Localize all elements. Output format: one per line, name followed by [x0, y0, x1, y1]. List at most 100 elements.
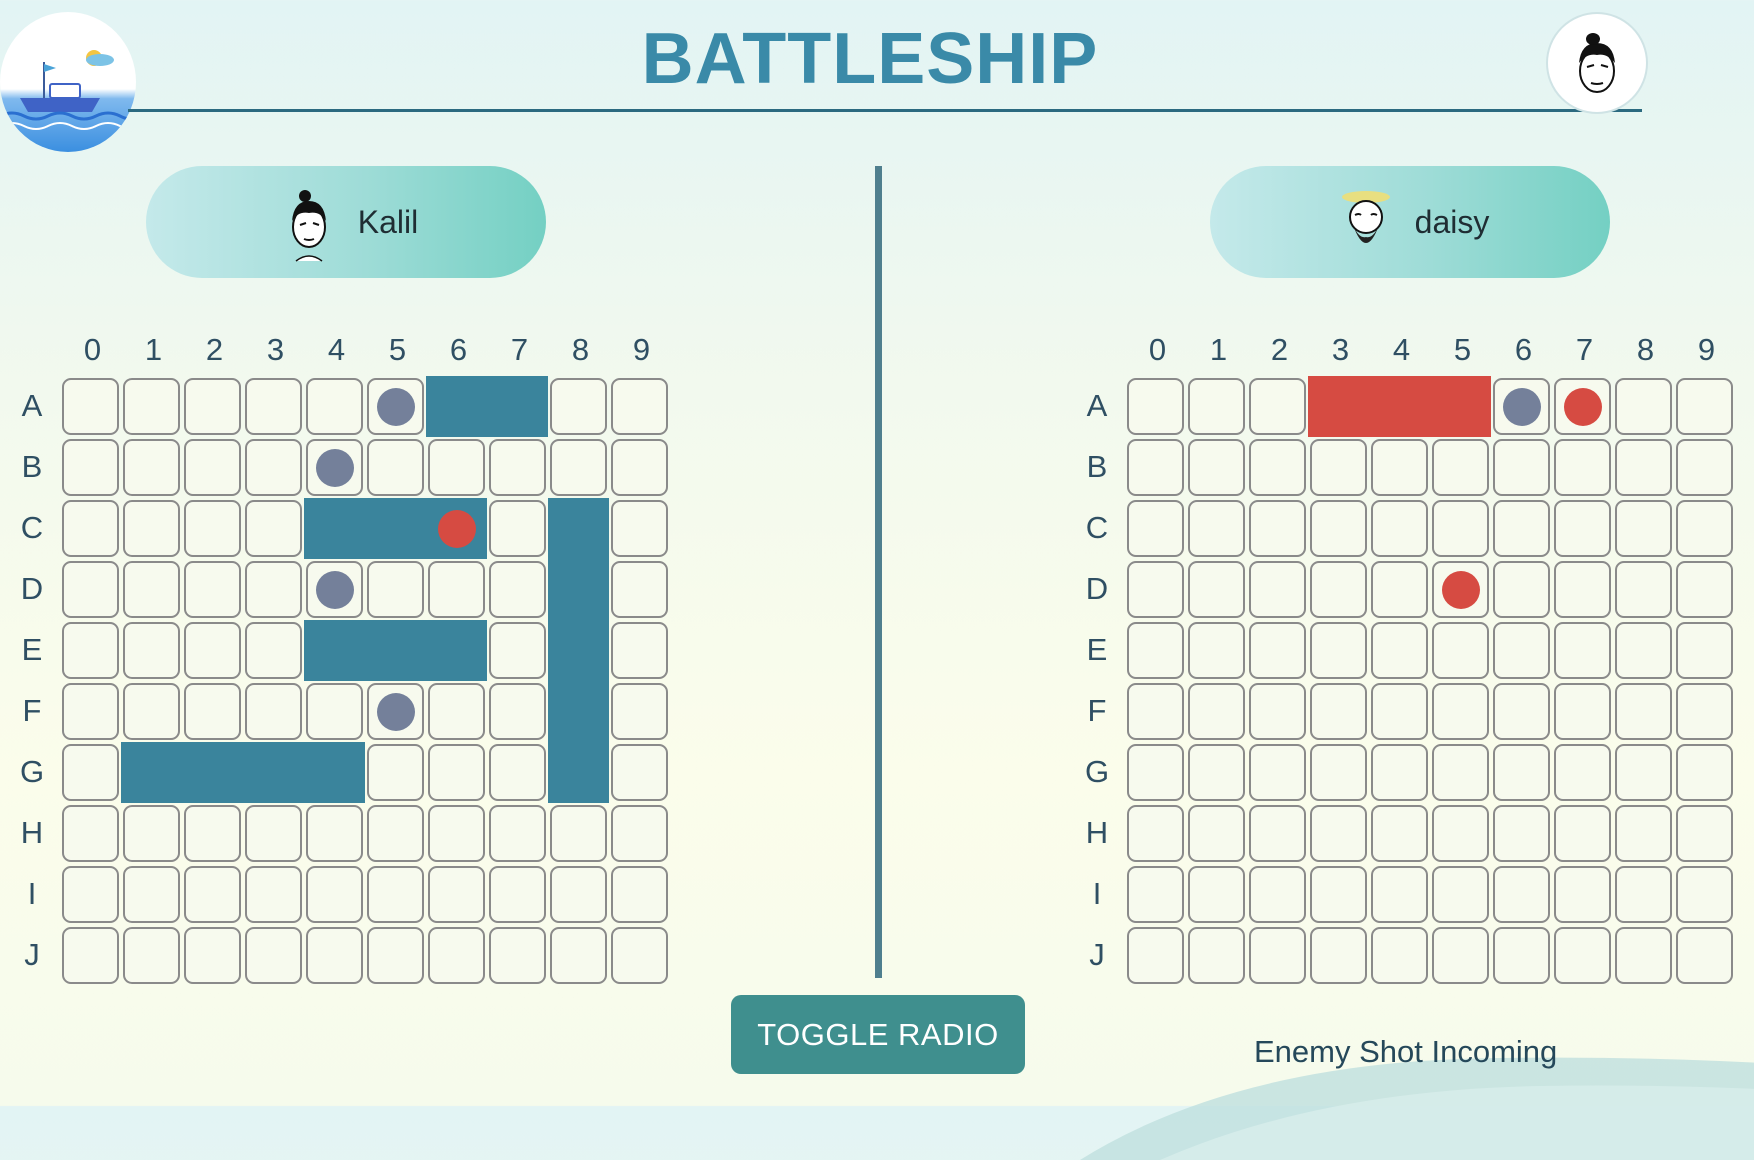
grid-cell-b4[interactable]: [1371, 439, 1428, 496]
grid-cell-c3[interactable]: [1310, 500, 1367, 557]
grid-cell-g7[interactable]: [1554, 744, 1611, 801]
grid-cell-g2[interactable]: [1249, 744, 1306, 801]
grid-cell-b6[interactable]: [1493, 439, 1550, 496]
grid-cell-h5[interactable]: [1432, 805, 1489, 862]
grid-cell-j3[interactable]: [1310, 927, 1367, 984]
grid-cell-a2[interactable]: [1249, 378, 1306, 435]
grid-cell-c7[interactable]: [1554, 500, 1611, 557]
grid-cell-d4[interactable]: [1371, 561, 1428, 618]
grid-cell-e4[interactable]: [1371, 622, 1428, 679]
grid-cell-h7[interactable]: [1554, 805, 1611, 862]
grid-cell-d9[interactable]: [1676, 561, 1733, 618]
grid-cell-i4[interactable]: [1371, 866, 1428, 923]
grid-cell-b7[interactable]: [1554, 439, 1611, 496]
grid-cell-c6[interactable]: [1493, 500, 1550, 557]
grid-cell-g5[interactable]: [1432, 744, 1489, 801]
grid-cell-d2[interactable]: [1249, 561, 1306, 618]
grid-cell-a5[interactable]: [1430, 376, 1491, 437]
grid-cell-a3[interactable]: [1308, 376, 1369, 437]
grid-cell-b2[interactable]: [1249, 439, 1306, 496]
grid-cell-h0[interactable]: [1127, 805, 1184, 862]
grid-cell-e7[interactable]: [1554, 622, 1611, 679]
grid-cell-a0[interactable]: [1127, 378, 1184, 435]
grid-cell-h8[interactable]: [1615, 805, 1672, 862]
grid-cell-j4[interactable]: [1371, 927, 1428, 984]
grid-cell-h2[interactable]: [1249, 805, 1306, 862]
grid-cell-d6[interactable]: [1493, 561, 1550, 618]
grid-cell-b9[interactable]: [1676, 439, 1733, 496]
grid-cell-b5[interactable]: [1432, 439, 1489, 496]
grid-cell-j7[interactable]: [1554, 927, 1611, 984]
grid-cell-f6[interactable]: [1493, 683, 1550, 740]
grid-cell-j5[interactable]: [1432, 927, 1489, 984]
grid-cell-c4[interactable]: [1371, 500, 1428, 557]
grid-cell-f5[interactable]: [1432, 683, 1489, 740]
grid-cell-d0[interactable]: [1127, 561, 1184, 618]
grid-cell-f4[interactable]: [1371, 683, 1428, 740]
grid-cell-d5[interactable]: [1432, 561, 1489, 618]
grid-cell-e5[interactable]: [1432, 622, 1489, 679]
grid-cell-h9[interactable]: [1676, 805, 1733, 862]
grid-cell-f7[interactable]: [1554, 683, 1611, 740]
grid-cell-b8[interactable]: [1615, 439, 1672, 496]
grid-cell-h6[interactable]: [1493, 805, 1550, 862]
grid-cell-c0[interactable]: [1127, 500, 1184, 557]
grid-cell-b3[interactable]: [1310, 439, 1367, 496]
grid-cell-h3[interactable]: [1310, 805, 1367, 862]
grid-cell-f2[interactable]: [1249, 683, 1306, 740]
grid-cell-e3[interactable]: [1310, 622, 1367, 679]
grid-cell-i1[interactable]: [1188, 866, 1245, 923]
grid-cell-h4[interactable]: [1371, 805, 1428, 862]
user-avatar-icon[interactable]: [1548, 14, 1646, 112]
grid-cell-h1[interactable]: [1188, 805, 1245, 862]
grid-cell-e8[interactable]: [1615, 622, 1672, 679]
grid-cell-f3[interactable]: [1310, 683, 1367, 740]
grid-cell-f0[interactable]: [1127, 683, 1184, 740]
grid-cell-a6[interactable]: [1493, 378, 1550, 435]
grid-cell-a7[interactable]: [1554, 378, 1611, 435]
grid-cell-a9[interactable]: [1676, 378, 1733, 435]
grid-cell-g3[interactable]: [1310, 744, 1367, 801]
grid-cell-d3[interactable]: [1310, 561, 1367, 618]
grid-cell-c5[interactable]: [1432, 500, 1489, 557]
grid-cell-e6[interactable]: [1493, 622, 1550, 679]
grid-cell-d1[interactable]: [1188, 561, 1245, 618]
toggle-radio-button[interactable]: TOGGLE RADIO: [731, 995, 1025, 1074]
grid-cell-b0[interactable]: [1127, 439, 1184, 496]
grid-cell-c9[interactable]: [1676, 500, 1733, 557]
grid-cell-i6[interactable]: [1493, 866, 1550, 923]
grid-cell-j1[interactable]: [1188, 927, 1245, 984]
grid-cell-a1[interactable]: [1188, 378, 1245, 435]
grid-cell-i2[interactable]: [1249, 866, 1306, 923]
grid-cell-e9[interactable]: [1676, 622, 1733, 679]
grid-cell-a4[interactable]: [1369, 376, 1430, 437]
grid-cell-d7[interactable]: [1554, 561, 1611, 618]
grid-cell-g6[interactable]: [1493, 744, 1550, 801]
grid-cell-g4[interactable]: [1371, 744, 1428, 801]
grid-cell-a8[interactable]: [1615, 378, 1672, 435]
grid-cell-i0[interactable]: [1127, 866, 1184, 923]
grid-cell-c2[interactable]: [1249, 500, 1306, 557]
grid-cell-b1[interactable]: [1188, 439, 1245, 496]
grid-cell-g9[interactable]: [1676, 744, 1733, 801]
grid-cell-i9[interactable]: [1676, 866, 1733, 923]
grid-cell-i5[interactable]: [1432, 866, 1489, 923]
grid-cell-g0[interactable]: [1127, 744, 1184, 801]
grid-cell-c8[interactable]: [1615, 500, 1672, 557]
grid-cell-j6[interactable]: [1493, 927, 1550, 984]
grid-cell-g8[interactable]: [1615, 744, 1672, 801]
grid-cell-j2[interactable]: [1249, 927, 1306, 984]
grid-cell-j0[interactable]: [1127, 927, 1184, 984]
grid-cell-f8[interactable]: [1615, 683, 1672, 740]
grid-cell-i8[interactable]: [1615, 866, 1672, 923]
grid-cell-j8[interactable]: [1615, 927, 1672, 984]
grid-cell-f9[interactable]: [1676, 683, 1733, 740]
grid-cell-i7[interactable]: [1554, 866, 1611, 923]
grid-cell-i3[interactable]: [1310, 866, 1367, 923]
grid-cell-e2[interactable]: [1249, 622, 1306, 679]
grid-cell-c1[interactable]: [1188, 500, 1245, 557]
grid-cell-f1[interactable]: [1188, 683, 1245, 740]
grid-cell-j9[interactable]: [1676, 927, 1733, 984]
grid-cell-d8[interactable]: [1615, 561, 1672, 618]
grid-cell-e0[interactable]: [1127, 622, 1184, 679]
